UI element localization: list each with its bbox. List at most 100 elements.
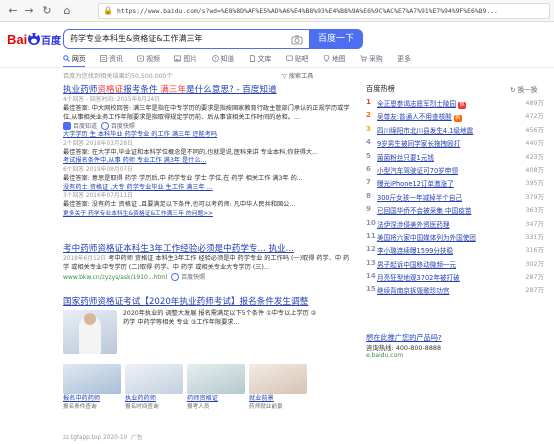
result-snippet-text: 考中药师 资格证 本科生3年工作 经验必须是中 药学专业 的工作吗 (一)取得 …	[63, 255, 350, 271]
source-name[interactable]: 百度知道	[73, 123, 97, 130]
sub-question-link[interactable]: 没有药士 资格证 ,大专 药学专业毕业 生工作 满三年 ...	[63, 184, 353, 193]
search-button[interactable]: 百度一下	[309, 29, 363, 49]
hot-list-item[interactable]: 8 300斤女孩一年减掉半个自己 379万	[366, 191, 544, 204]
search-input[interactable]	[70, 34, 288, 43]
hot-list-item[interactable]: 9 已回国华侨不会被采集 中国疫苗 363万	[366, 204, 544, 217]
tab-purchase[interactable]: 采购	[360, 53, 383, 65]
tab-image[interactable]: 图片	[174, 53, 197, 65]
tab-video-label: 视频	[146, 55, 160, 63]
camera-icon[interactable]	[291, 34, 303, 46]
result-title[interactable]: 国家药师资格证考试【2020年执业药师考试】报名条件发生调整	[63, 296, 353, 308]
hot-title[interactable]: 9岁男生被同学家长拖拽殴打	[377, 138, 460, 148]
address-bar[interactable]: 🔒 https://www.baidu.com/s?wd=%E8%8D%AF%E…	[98, 3, 550, 19]
ad-sitelinks: 报名中药药师 报名条件查询 执业药药师 报名时间查询 药师资格证 报考人员 就业…	[63, 364, 353, 414]
sitelink-label[interactable]: 就业前景	[249, 394, 307, 403]
hot-title[interactable]: 李小璐连续曝1599分扶稳	[377, 245, 453, 255]
tab-news[interactable]: 资讯	[100, 53, 123, 65]
hot-list-item[interactable]: 13 男子起诉中国移动微频一元 302万	[366, 258, 544, 271]
ad-image-head	[84, 313, 96, 325]
promote-hotline: 咨询热线: 400-800-8888	[366, 344, 442, 352]
result-url[interactable]: www.bkw.cn/zyzys/ask/1910...html	[63, 274, 167, 281]
hot-title-text: 男子起诉中国移动微频一元	[377, 260, 457, 269]
back-icon[interactable]: ←	[6, 4, 20, 18]
sitelink-item[interactable]: 报名中药药师 报名条件查询	[63, 364, 121, 411]
shield-icon	[171, 272, 180, 281]
hot-list-item[interactable]: 6 小型汽车驾驶证可70岁申领 408万	[366, 164, 544, 177]
tab-wenku[interactable]: 文库	[249, 53, 271, 65]
hot-title[interactable]: 四川绵阳市北川县发生4.1级地震	[377, 125, 473, 135]
hot-list-item[interactable]: 1 全正恩参谒志愿军烈士陵园热 489万	[366, 97, 544, 110]
hot-title[interactable]: 已回国华侨不会被采集 中国疫苗	[377, 205, 471, 215]
tab-map[interactable]: 地图	[323, 53, 346, 65]
sitelink-label[interactable]: 药师资格证	[187, 394, 245, 403]
hot-title[interactable]: 300斤女孩一年减掉半个自己	[377, 192, 462, 202]
tab-web[interactable]: 网页	[63, 53, 86, 65]
tab-zhidao[interactable]: ? 知道	[211, 53, 234, 65]
zhidao-logo-icon	[63, 122, 71, 131]
hot-title-text: 继续背南京拆毁歌珍功宫	[377, 287, 450, 296]
tab-more[interactable]: 更多	[397, 53, 411, 65]
sub-question-meta: 6个回答 2019年08月07日	[63, 166, 133, 173]
hot-title[interactable]: 月亮狂型地观3702年被打破	[377, 272, 460, 282]
refresh-icon[interactable]: ↻	[40, 4, 54, 18]
home-icon[interactable]: ⌂	[60, 4, 74, 18]
result-title[interactable]: 考中药师资格证本科生3年工作经验必须是中药学专... 执业...	[63, 243, 353, 255]
sitelink-sub: 报名时间查询	[125, 404, 159, 410]
snapshot-link[interactable]: 百度快照	[181, 274, 205, 281]
hot-count: 408万	[525, 165, 544, 174]
baidu-logo[interactable]: Bai 百度	[7, 30, 63, 48]
hot-title[interactable]: 继续背南京拆毁歌珍功宫	[377, 285, 450, 295]
hot-list-item[interactable]: 15 继续背南京拆毁歌珍功宫 287万	[366, 284, 544, 297]
refresh-icon: ↻	[510, 86, 518, 94]
hot-list-item[interactable]: 4 9岁男生被同学家长拖拽殴打 440万	[366, 137, 544, 150]
hot-title[interactable]: 吴尊友:普通人不用查核酸新	[377, 111, 462, 123]
result-title[interactable]: 执业药师资格证报考条件 满三年是什么意思? - 百度知道	[63, 84, 353, 96]
hot-title[interactable]: 男子起诉中国移动微频一元	[377, 259, 456, 269]
sub-question-meta: 2个回答 2018年03月28日	[63, 140, 133, 147]
hot-list-item[interactable]: 11 美国将六家中国媒体列为外国使团 331万	[366, 231, 544, 244]
hot-title-text: 9岁男生被同学家长拖拽殴打	[377, 140, 461, 149]
hot-title[interactable]: 美国将六家中国媒体列为外国使团	[377, 232, 476, 242]
hot-title[interactable]: 菌菌粉丝只要1元钱	[377, 152, 434, 162]
ad-tag: 广告	[130, 435, 143, 441]
hot-title[interactable]: 曝光iPhone12订单激涨了	[377, 178, 454, 188]
more-questions-link[interactable]: 更多关于 药学专业本科生&资格证&工作满三年 的问题>>	[63, 210, 353, 219]
sub-question-link[interactable]: 大学学历 生 本科毕业 药学专业 的工作 满三年 还能考吗	[63, 131, 353, 140]
search-box[interactable]	[63, 29, 309, 49]
forward-icon[interactable]: →	[22, 4, 36, 18]
sitelink-item[interactable]: 执业药药师 报名时间查询	[125, 364, 183, 411]
hot-list-item[interactable]: 12 李小璐连续曝1599分扶稳 316万	[366, 244, 544, 257]
promote-site[interactable]: e.baidu.com	[366, 352, 403, 359]
hot-list-item[interactable]: 10 法伊涅涉侵美外资医药理 347万	[366, 218, 544, 231]
ad-url[interactable]: zz.tgfapp.top 2020-10	[63, 435, 127, 441]
tab-web-label: 网页	[72, 55, 86, 63]
hot-list-item[interactable]: 5 菌菌粉丝只要1元钱 423万	[366, 151, 544, 164]
hot-title[interactable]: 全正恩参谒志愿军烈士陵园热	[377, 98, 467, 109]
sitelink-label[interactable]: 执业药药师	[125, 394, 183, 403]
sitelink-label[interactable]: 报名中药药师	[63, 394, 121, 403]
sub-question-link[interactable]: 考试报名条件中,从事 药师 专业工作 满3年 是什么...	[63, 157, 353, 166]
hot-refresh-button[interactable]: ↻ 换一换	[510, 84, 537, 94]
result-date: 2018年6月12日	[63, 256, 107, 262]
hot-list-item[interactable]: 2 吴尊友:普通人不用查核酸新 472万	[366, 110, 544, 123]
hot-tag: 新	[453, 115, 462, 123]
question-icon: ?	[211, 55, 219, 62]
hot-list-item[interactable]: 14 月亮狂型地观3702年被打破 287万	[366, 271, 544, 284]
ad-image[interactable]	[63, 310, 117, 354]
snapshot-link[interactable]: 百度快照	[111, 123, 135, 130]
tab-tieba[interactable]: 贴吧	[285, 53, 308, 65]
hot-rank: 2	[366, 111, 371, 120]
hot-list-item[interactable]: 3 四川绵阳市北川县发生4.1级地震 456万	[366, 124, 544, 137]
hot-title[interactable]: 法伊涅涉侵美外资医药理	[377, 219, 450, 229]
promote-link[interactable]: 想在此推广您的产品吗?	[366, 333, 442, 343]
hot-title[interactable]: 小型汽车驾驶证可70岁申领	[377, 165, 458, 175]
result-snippet: 最佳答案: 中大网校回答: 满三年是指在中专学历的要求是指按国家教育行政主管部门…	[63, 105, 350, 121]
hot-list-item[interactable]: 7 曝光iPhone12订单激涨了 395万	[366, 177, 544, 190]
hot-rank: 8	[366, 191, 371, 200]
sitelink-item[interactable]: 就业前景 药师就业前景	[249, 364, 307, 411]
search-tools-button[interactable]: ▽ 搜索工具	[282, 71, 313, 80]
tab-video[interactable]: 视频	[137, 53, 160, 65]
url-text[interactable]: https://www.baidu.com/s?wd=%E8%8D%AF%E5%…	[117, 7, 545, 15]
forum-icon	[285, 55, 293, 62]
sitelink-item[interactable]: 药师资格证 报考人员	[187, 364, 245, 411]
